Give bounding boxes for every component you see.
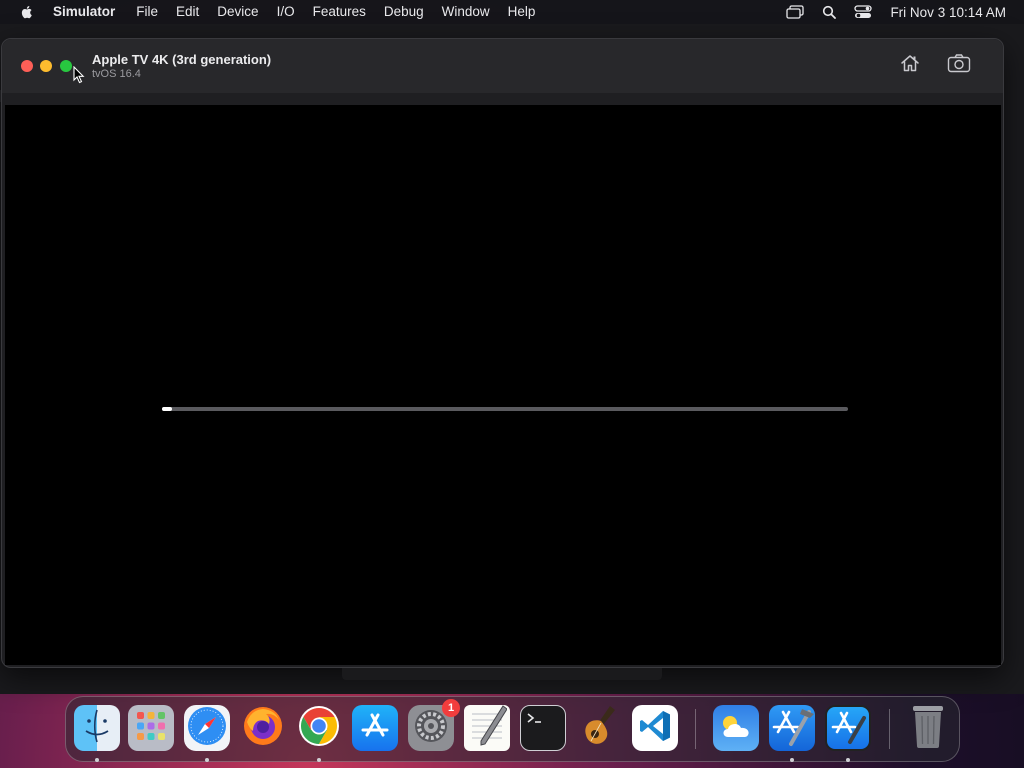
safari-icon [186, 705, 228, 752]
close-window-button[interactable] [21, 60, 33, 72]
simulator-titlebar[interactable]: Apple TV 4K (3rd generation) tvOS 16.4 [2, 39, 1003, 93]
menu-edit[interactable]: Edit [167, 0, 208, 24]
finder-icon [77, 706, 117, 751]
running-indicator [95, 758, 99, 762]
running-indicator [790, 758, 794, 762]
device-screen[interactable] [5, 105, 1001, 665]
apple-menu-icon[interactable] [19, 4, 35, 20]
dock-system-settings[interactable]: 1 [408, 699, 460, 751]
notification-badge: 1 [442, 699, 460, 717]
weather-icon [716, 710, 756, 747]
home-button[interactable] [897, 53, 923, 77]
boot-progress-bar [162, 407, 848, 411]
menu-io[interactable]: I/O [268, 0, 304, 24]
spotlight-search-icon[interactable] [812, 0, 846, 24]
garageband-icon [577, 703, 621, 754]
menu-bar: Simulator File Edit Device I/O Features … [0, 0, 1024, 24]
simulator-window: Apple TV 4K (3rd generation) tvOS 16.4 [1, 38, 1004, 668]
os-version: tvOS 16.4 [92, 68, 141, 80]
trash-icon [908, 703, 948, 754]
running-indicator [846, 758, 850, 762]
dock-firefox[interactable] [240, 705, 286, 751]
dock-separator [695, 709, 696, 749]
simulator-icon [828, 706, 868, 751]
screen-mirroring-icon[interactable] [778, 0, 812, 24]
menu-help[interactable]: Help [499, 0, 545, 24]
menu-debug[interactable]: Debug [375, 0, 433, 24]
minimize-window-button[interactable] [40, 60, 52, 72]
dock-app-store[interactable] [352, 705, 398, 751]
dock-finder[interactable] [74, 705, 120, 751]
mouse-cursor-icon [73, 65, 85, 84]
chrome-icon [297, 704, 341, 753]
dock-trash[interactable] [905, 705, 951, 751]
device-name: Apple TV 4K (3rd generation) [92, 52, 272, 67]
menu-device[interactable]: Device [208, 0, 267, 24]
textedit-icon [467, 704, 508, 753]
dock-garageband[interactable] [576, 705, 622, 751]
dock-safari[interactable] [184, 705, 230, 751]
running-indicator [205, 758, 209, 762]
window-resize-edge [342, 668, 662, 680]
dock-terminal[interactable] [520, 705, 566, 751]
menu-window[interactable]: Window [433, 0, 499, 24]
dock-launchpad[interactable] [128, 705, 174, 751]
camera-icon [947, 53, 971, 78]
firefox-icon [241, 704, 285, 753]
dock-simulator[interactable] [825, 705, 871, 751]
menu-features[interactable]: Features [304, 0, 375, 24]
menu-app-name[interactable]: Simulator [53, 0, 127, 24]
zoom-window-button[interactable] [60, 60, 72, 72]
dock-vscode[interactable] [632, 705, 678, 751]
boot-progress-fill [162, 407, 173, 411]
dock-xcode[interactable] [769, 705, 815, 751]
dock-weather[interactable] [713, 705, 759, 751]
dock-separator [889, 709, 890, 749]
dock-chrome[interactable] [296, 705, 342, 751]
home-icon [900, 54, 920, 77]
running-indicator [317, 758, 321, 762]
launchpad-icon [133, 708, 169, 749]
dock-textedit[interactable] [464, 704, 510, 753]
control-center-icon[interactable] [846, 0, 880, 24]
menu-clock[interactable]: Fri Nov 3 10:14 AM [880, 5, 1024, 20]
vscode-icon [637, 708, 673, 749]
terminal-icon [523, 706, 563, 751]
xcode-icon [769, 704, 815, 753]
app-store-icon [358, 709, 392, 748]
screenshot-button[interactable] [946, 53, 972, 77]
dock: 1 [65, 696, 960, 762]
menu-file[interactable]: File [127, 0, 167, 24]
